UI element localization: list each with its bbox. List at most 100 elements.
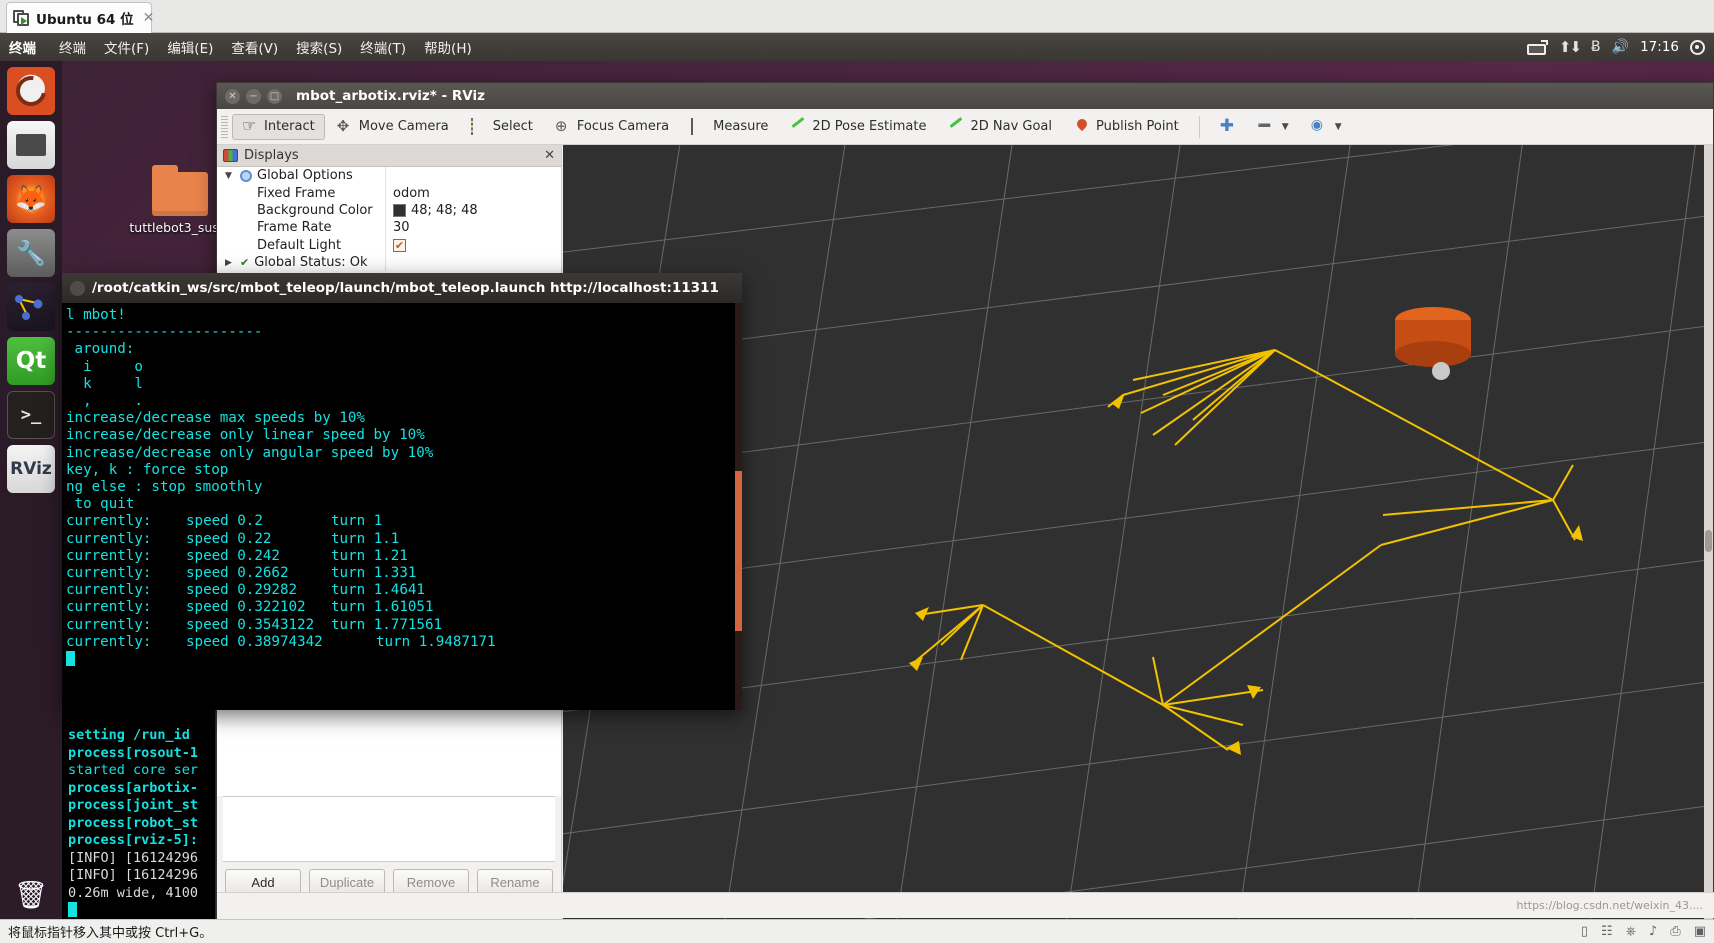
close-icon[interactable]: ✕ — [140, 11, 158, 25]
menu-edit[interactable]: 编辑(E) — [158, 37, 222, 57]
toolbar-grip[interactable] — [221, 115, 228, 138]
select-icon — [470, 117, 473, 135]
speed-row-speed-0: speed 0.2 — [186, 513, 263, 530]
menu-terminal2[interactable]: 终端(T) — [351, 37, 415, 57]
tool-remove-tool-button[interactable]: ▼ — [1248, 114, 1299, 140]
checkbox-checked-icon[interactable]: ✔ — [393, 238, 406, 252]
firefox-icon[interactable] — [7, 175, 55, 223]
background-terminal[interactable]: ROS_MASTER_URI=h setting /run_id process… — [62, 690, 215, 919]
network-icon[interactable]: ⬆⬇ — [1559, 38, 1582, 56]
bg-term-line-4: started core ser — [68, 762, 199, 778]
files-icon[interactable] — [7, 121, 55, 169]
displays-close-icon[interactable]: ✕ — [544, 148, 555, 163]
table-row[interactable]: Fixed Frame odom — [217, 184, 561, 202]
displays-description-box — [223, 796, 555, 862]
speed-row-prefix-0: currently: — [66, 513, 152, 530]
vmware-status-icons: ▯ ☷ ⎈ ♪ ⎙ ▣ — [1581, 924, 1706, 939]
term-cursor-line — [62, 651, 742, 668]
tool-move-camera[interactable]: Move Camera — [327, 114, 459, 140]
tool-interact-label: Interact — [264, 119, 315, 134]
dash-home-icon[interactable] — [7, 67, 55, 115]
menu-terminal[interactable]: 终端 — [50, 37, 95, 57]
tool-select[interactable]: Select — [461, 114, 543, 140]
tool-visibility-button[interactable]: ▼ — [1301, 114, 1352, 140]
unity-launcher: Qt RViz — [0, 61, 62, 919]
expand-triangle-icon[interactable]: ▼ — [225, 171, 235, 181]
tool-publish-point[interactable]: Publish Point — [1064, 114, 1189, 140]
menu-search[interactable]: 搜索(S) — [287, 37, 351, 57]
table-row[interactable]: Background Color 48; 48; 48 — [217, 201, 561, 220]
minus-icon — [1258, 119, 1274, 135]
tool-add-tool-button[interactable] — [1210, 114, 1246, 140]
rviz-title-bar[interactable]: ✕ − □ mbot_arbotix.rviz* - RViz — [217, 83, 1713, 109]
menu-help[interactable]: 帮助(H) — [415, 37, 481, 57]
menu-view[interactable]: 查看(V) — [222, 37, 287, 57]
panel-menubar: 终端 文件(F) 编辑(E) 查看(V) 搜索(S) 终端(T) 帮助(H) — [50, 37, 481, 57]
software-icon[interactable] — [7, 229, 55, 277]
speed-row-turn-4: turn 1.4641 — [331, 582, 425, 599]
view-scrollbar[interactable] — [1704, 145, 1713, 920]
terminal-cursor — [68, 902, 77, 917]
table-row[interactable]: ▼ Global Options — [217, 167, 561, 185]
bg-term-line-6: process[joint_st — [68, 797, 199, 813]
focus-camera-icon — [555, 117, 571, 135]
watermark-text: https://blog.csdn.net/weixin_43.... — [1516, 899, 1703, 912]
gear-icon[interactable] — [1690, 39, 1705, 55]
screen-root: Ubuntu 64 位 ✕ 终端 终端 文件(F) 编辑(E) 查看(V) 搜索… — [0, 0, 1714, 943]
row-value-default-light[interactable]: ✔ — [385, 236, 561, 254]
bluetooth-icon[interactable]: Ƀ — [1591, 39, 1601, 55]
teleop-terminal-body[interactable]: l mbot! ----------------------- around: i… — [62, 303, 742, 710]
teleop-terminal-title-bar[interactable]: /root/catkin_ws/src/mbot_teleop/launch/m… — [62, 273, 742, 303]
vm-tab-ubuntu[interactable]: Ubuntu 64 位 ✕ — [6, 2, 154, 33]
window-close-button[interactable]: ✕ — [225, 88, 240, 104]
terminal-icon[interactable] — [7, 391, 55, 439]
panel-app-name: 终端 — [9, 41, 36, 57]
window-maximize-button[interactable]: □ — [267, 88, 282, 104]
sound-icon[interactable]: ♪ — [1649, 924, 1657, 939]
display-icon[interactable]: ▣ — [1694, 924, 1706, 939]
expand-triangle-icon-2[interactable]: ▶ — [225, 258, 235, 268]
table-row[interactable]: ▶ ✔ Global Status: Ok — [217, 253, 561, 272]
term-line-5: , . — [66, 393, 143, 410]
keyboard-icon[interactable] — [1526, 39, 1548, 55]
tool-nav-goal[interactable]: 2D Nav Goal — [938, 114, 1062, 140]
volume-icon[interactable]: 🔊 — [1612, 39, 1629, 55]
chevron-down-icon-2: ▼ — [1334, 121, 1342, 132]
teleop-terminal-scrollbar[interactable] — [735, 303, 742, 710]
speed-row-prefix-6: currently: — [66, 616, 152, 633]
tool-pose-estimate[interactable]: 2D Pose Estimate — [780, 114, 936, 140]
speed-row-speed-1: speed 0.22 — [186, 530, 272, 547]
term-line-2: around: — [66, 341, 135, 358]
network-adapter-icon[interactable]: ☷ — [1601, 924, 1613, 939]
menu-file[interactable]: 文件(F) — [95, 37, 158, 57]
speed-row-speed-2: speed 0.242 — [186, 547, 280, 564]
displays-icon — [223, 149, 238, 162]
tool-measure[interactable]: Measure — [681, 114, 778, 140]
displays-panel-header: Displays ✕ — [217, 145, 561, 167]
printer-icon[interactable]: ⎙ — [1670, 924, 1680, 939]
table-row[interactable]: Default Light ✔ — [217, 236, 561, 254]
table-row[interactable]: Frame Rate 30 — [217, 219, 561, 237]
trash-icon[interactable] — [7, 871, 55, 919]
usb-icon[interactable]: ⎈ — [1626, 924, 1636, 939]
teleop-window-button[interactable] — [70, 280, 85, 296]
window-minimize-button[interactable]: − — [246, 88, 261, 104]
ros-icon[interactable] — [7, 283, 55, 331]
bg-term-line-10: [INFO] [16124296 — [68, 867, 199, 883]
row-key-frame-rate: Frame Rate — [217, 220, 385, 235]
speed-row-speed-3: speed 0.2662 — [186, 565, 289, 582]
folder-icon — [152, 165, 208, 216]
qt-creator-icon[interactable]: Qt — [7, 337, 55, 385]
hard-disk-icon[interactable]: ▯ — [1581, 924, 1588, 939]
bg-term-line-2: setting /run_id — [68, 727, 190, 743]
vmware-status-bar: 将鼠标指针移入其中或按 Ctrl+G。 ▯ ☷ ⎈ ♪ ⎙ ▣ — [0, 919, 1714, 943]
tool-interact[interactable]: Interact — [232, 113, 325, 140]
tool-focus-camera[interactable]: Focus Camera — [545, 114, 679, 140]
rviz-icon[interactable]: RViz — [7, 445, 55, 493]
row-label: Fixed Frame — [257, 185, 336, 201]
rviz-window-title: mbot_arbotix.rviz* - RViz — [296, 88, 485, 104]
row-value-background-color[interactable]: 48; 48; 48 — [385, 201, 561, 220]
clock[interactable]: 17:16 — [1640, 39, 1679, 55]
row-value-fixed-frame[interactable]: odom — [385, 184, 561, 202]
row-value-frame-rate[interactable]: 30 — [385, 219, 561, 237]
